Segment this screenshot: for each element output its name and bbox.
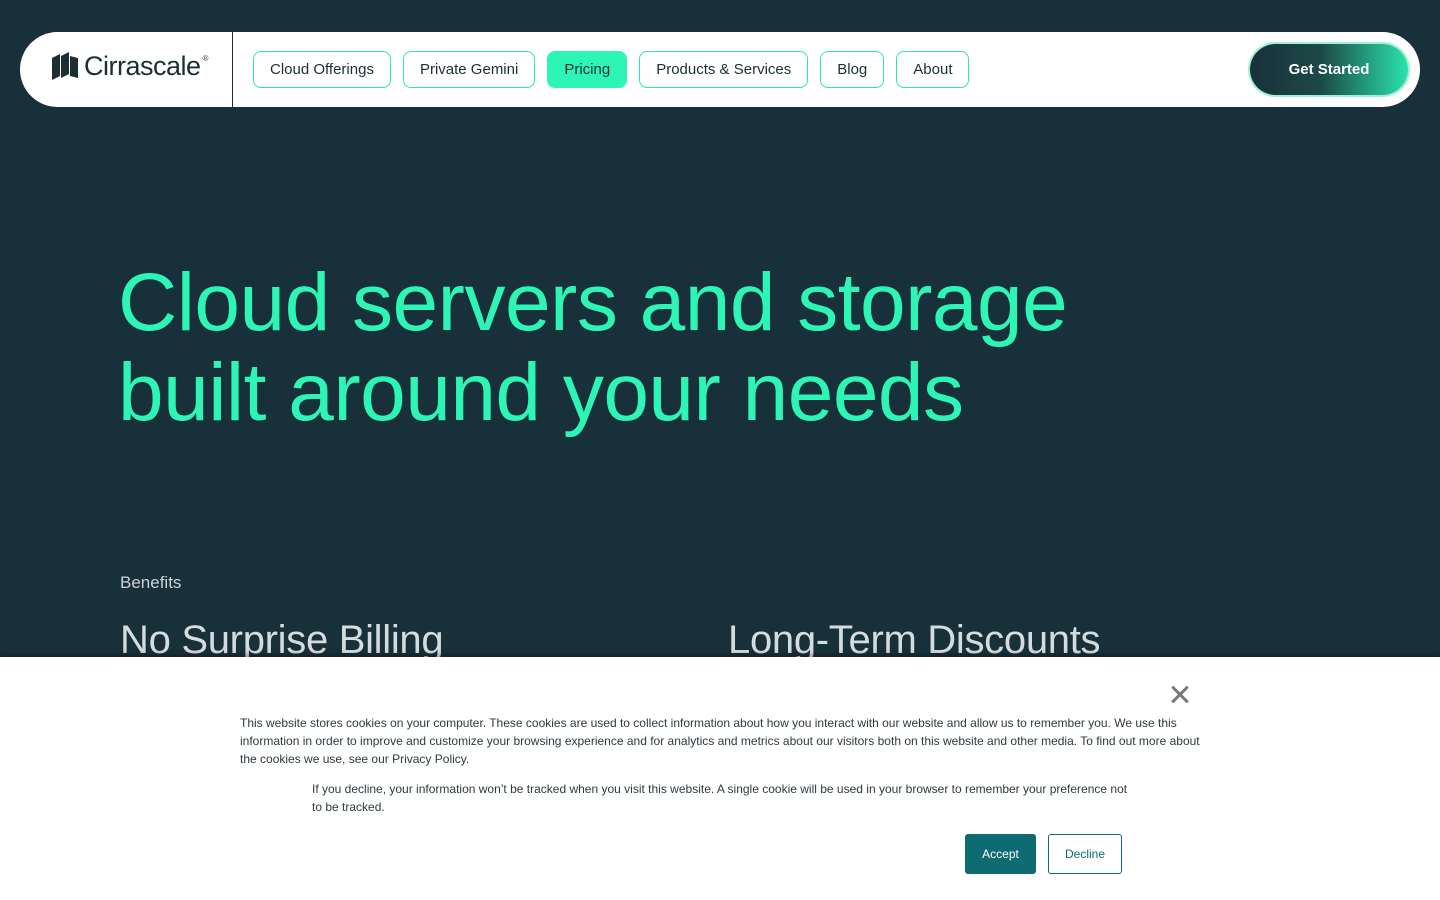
cookie-decline-button[interactable]: Decline (1048, 834, 1122, 874)
get-started-button[interactable]: Get Started (1250, 44, 1408, 95)
close-icon[interactable] (1168, 683, 1192, 707)
nav-item-products-services[interactable]: Products & Services (639, 51, 809, 88)
brand-logo[interactable]: Cirrascale ® (52, 51, 208, 81)
hero-title-line-1: Cloud servers and storage (118, 257, 1068, 348)
cookie-consent-banner: This website stores cookies on your comp… (0, 657, 1440, 900)
page: Cirrascale ® Cloud Offerings Private Gem… (0, 0, 1440, 900)
nav-item-cloud-offerings[interactable]: Cloud Offerings (253, 51, 391, 88)
benefits-section-label: Benefits (120, 573, 182, 592)
cirrascale-logo-icon (52, 52, 78, 80)
nav-item-pricing[interactable]: Pricing (547, 51, 628, 88)
main-nav: Cloud Offerings Private Gemini Pricing P… (253, 51, 970, 88)
nav-item-blog[interactable]: Blog (820, 51, 885, 88)
top-navbar: Cirrascale ® Cloud Offerings Private Gem… (20, 32, 1420, 107)
nav-item-about[interactable]: About (896, 51, 970, 88)
nav-divider (232, 32, 233, 107)
registered-mark: ® (202, 54, 209, 63)
cookie-accept-button[interactable]: Accept (965, 834, 1036, 874)
hero-title: Cloud servers and storage built around y… (118, 258, 1318, 438)
cookie-secondary-text: If you decline, your information won’t b… (312, 782, 1128, 814)
hero-title-line-2: built around your needs (118, 347, 964, 438)
nav-item-private-gemini[interactable]: Private Gemini (402, 51, 536, 88)
cookie-main-text: This website stores cookies on your comp… (240, 716, 1200, 766)
brand-name: Cirrascale (84, 51, 201, 81)
